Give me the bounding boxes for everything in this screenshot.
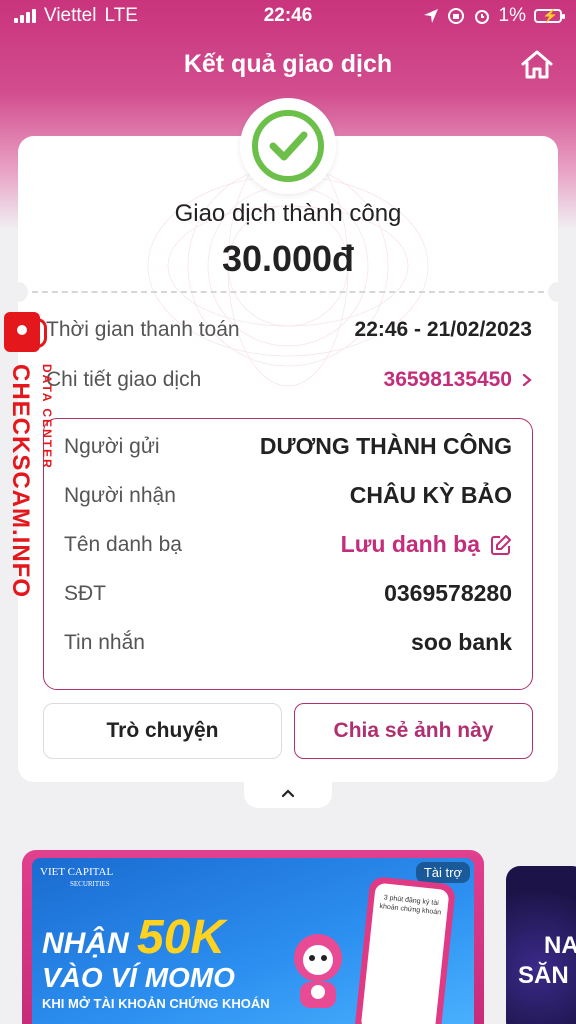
home-button[interactable] (520, 50, 554, 80)
contact-label: Tên danh bạ (64, 532, 182, 556)
dashed-divider (32, 291, 544, 293)
collapse-toggle[interactable] (244, 778, 332, 808)
lock-icon (4, 312, 47, 352)
momo-mascot-icon (294, 934, 342, 1008)
banner-brand-name: VIET CAPITAL (40, 866, 114, 878)
phone-value: 0369578280 (384, 580, 512, 606)
payment-time-value: 22:46 - 21/02/2023 (354, 318, 532, 341)
chevron-right-icon (522, 373, 532, 387)
save-contact-label: Lưu danh bạ (340, 531, 480, 557)
message-label: Tin nhắn (64, 630, 145, 654)
watermark-sub-text: DATA CENTER (40, 364, 54, 470)
phone-illustration: 3 phút đăng ký tài khoản chứng khoán (353, 875, 457, 1024)
message-value: soo bank (411, 629, 512, 655)
status-bar: Viettel LTE 22:46 1% ⚡ (0, 0, 576, 34)
watermark-main-text: CHECKSCAM.INFO (7, 364, 34, 598)
banner2-line2: SĂN (518, 962, 569, 989)
message-row: Tin nhắn soo bank (64, 629, 512, 656)
payment-time-label: Thời gian thanh toán (46, 318, 240, 341)
payment-time-row: Thời gian thanh toán 22:46 - 21/02/2023 (46, 318, 532, 342)
receiver-label: Người nhận (64, 483, 176, 507)
battery-icon: ⚡ (534, 8, 565, 23)
chevron-up-icon (281, 789, 295, 798)
promo-banner-secondary[interactable]: NA SĂN (506, 866, 576, 1024)
sponsored-badge: Tài trợ (415, 862, 470, 883)
alarm-icon (474, 10, 489, 24)
transaction-amount: 30.000đ (221, 238, 355, 279)
promo-banner[interactable]: VIET CAPITAL SECURITIES Tài trợ NHẬN 50K… (22, 850, 484, 1024)
edit-icon (491, 534, 511, 555)
check-circle-icon (252, 110, 324, 182)
page-title: Kết quả giao dịch (183, 50, 393, 78)
home-icon (521, 50, 553, 79)
orientation-lock-icon (447, 8, 464, 24)
sender-label: Người gửi (64, 434, 160, 458)
battery-percent: 1% (498, 5, 526, 26)
sender-row: Người gửi DƯƠNG THÀNH CÔNG (64, 433, 512, 460)
transaction-status: Giao dịch thành công (174, 200, 402, 227)
phone-row: SĐT 0369578280 (64, 580, 512, 607)
transaction-id-group[interactable]: 36598135450 (384, 368, 532, 392)
promo-banner-image: VIET CAPITAL SECURITIES Tài trợ NHẬN 50K… (32, 858, 474, 1024)
location-icon (423, 9, 438, 23)
ticket-notch-left (8, 282, 28, 302)
transaction-detail-label: Chi tiết giao dịch (46, 368, 202, 391)
banner2-line1: NA (544, 932, 576, 959)
ticket-notch-right (548, 282, 568, 302)
phone-screen-text: 3 phút đăng ký tài khoản chứng khoán (360, 882, 450, 1024)
sender-value: DƯƠNG THÀNH CÔNG (259, 433, 512, 459)
banner-caption: KHI MỞ TÀI KHOẢN CHỨNG KHOÁN (42, 996, 270, 1011)
banner-headline-amount: 50K (137, 911, 226, 964)
watermark: CHECKSCAM.INFO DATA CENTER (4, 312, 64, 598)
contact-row: Tên danh bạ Lưu danh bạ (64, 531, 512, 558)
status-bar-right: 1% ⚡ (423, 5, 565, 27)
banner-headline: NHẬN 50K (42, 910, 225, 965)
banner-brand-sub: SECURITIES (70, 880, 110, 888)
banner-brand: VIET CAPITAL SECURITIES (40, 866, 113, 890)
transaction-detail-row[interactable]: Chi tiết giao dịch 36598135450 (46, 368, 532, 392)
receiver-value: CHÂU KỲ BẢO (349, 482, 512, 508)
share-image-button[interactable]: Chia sẻ ảnh này (294, 703, 533, 759)
banner-headline-prefix: NHẬN (42, 927, 129, 960)
save-contact-button[interactable]: Lưu danh bạ (341, 531, 512, 558)
success-badge (240, 98, 336, 194)
transaction-id[interactable]: 36598135450 (384, 368, 512, 392)
phone-label: SĐT (64, 581, 106, 605)
banner-subheadline: VÀO VÍ MOMO (42, 962, 235, 993)
transaction-details-box: Người gửi DƯƠNG THÀNH CÔNG Người nhận CH… (43, 418, 533, 690)
receiver-row: Người nhận CHÂU KỲ BẢO (64, 482, 512, 509)
chat-button[interactable]: Trò chuyện (43, 703, 282, 759)
